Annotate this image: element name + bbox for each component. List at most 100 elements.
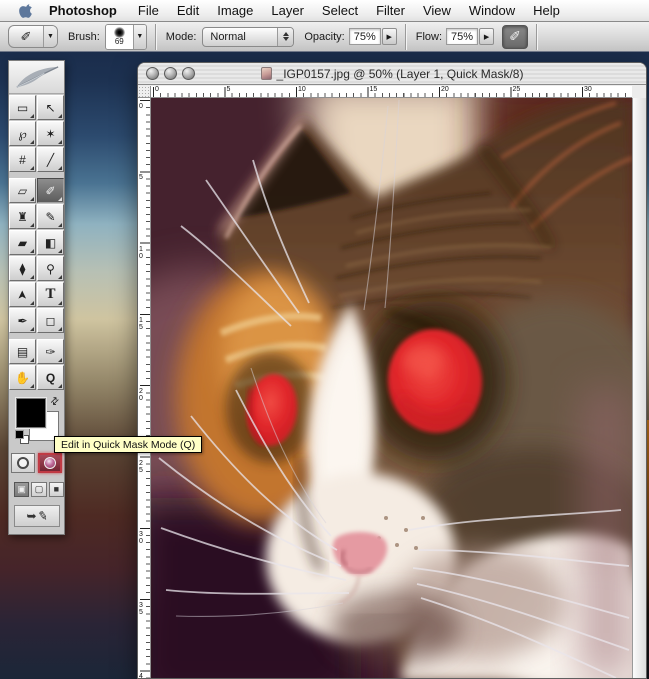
menu-item[interactable]: Layer: [262, 0, 313, 21]
tool-icon: ◻: [46, 314, 56, 328]
edit-mode-buttons: [9, 453, 64, 473]
ruler-label: 10: [296, 86, 306, 94]
tool-type[interactable]: T: [37, 282, 64, 307]
zoom-button[interactable]: [182, 67, 195, 80]
tool-icon: ✎: [45, 210, 55, 224]
tool-lasso[interactable]: ℘: [9, 121, 36, 146]
tool-icon: ⧫: [20, 262, 26, 276]
brush-label: Brush:: [68, 31, 100, 43]
tool-dodge[interactable]: ⚲: [37, 256, 64, 281]
title-bar[interactable]: _IGP0157.jpg @ 50% (Layer 1, Quick Mask/…: [138, 63, 646, 85]
tool-icon: ↖: [45, 101, 55, 115]
menu-item[interactable]: Filter: [367, 0, 414, 21]
tool-gradient[interactable]: ◧: [37, 230, 64, 255]
ruler-label: 0: [139, 101, 143, 110]
tool-rectangular-marquee[interactable]: ▭: [9, 95, 36, 120]
tooltip-text: Edit in Quick Mask Mode (Q): [61, 439, 195, 451]
menu-item[interactable]: Help: [524, 0, 569, 21]
screen-mode-fullscreen-with-menubar[interactable]: ▢: [31, 482, 46, 497]
menu-item[interactable]: Photoshop: [40, 0, 129, 21]
tool-icon: ✐: [45, 184, 55, 198]
screen-mode-fullscreen[interactable]: ■: [49, 482, 64, 497]
tool-slice[interactable]: ╱: [37, 147, 64, 172]
tool-icon: ♜: [17, 210, 28, 224]
dropdown-arrow-icon: ▼: [43, 26, 57, 47]
tool-history-brush[interactable]: ✎: [37, 204, 64, 229]
flow-field[interactable]: 75%: [446, 28, 478, 45]
tool-icon: ➤: [16, 289, 30, 299]
tool-magic-wand[interactable]: ✶: [37, 121, 64, 146]
flow-slider-arrow-icon[interactable]: ▶: [479, 28, 494, 45]
menu-item[interactable]: Window: [460, 0, 524, 21]
tool-icon: ▰: [18, 236, 27, 250]
opacity-slider-arrow-icon[interactable]: ▶: [382, 28, 397, 45]
foreground-color-swatch[interactable]: [16, 398, 46, 428]
airbrush-toggle-button[interactable]: ✐: [502, 25, 528, 49]
tool-icon: Q: [46, 371, 55, 385]
tool-icon: ▱: [18, 184, 27, 198]
tool-brush[interactable]: ✐: [37, 178, 64, 203]
vertical-scrollbar[interactable]: [632, 98, 646, 678]
tool-icon: ⚲: [46, 262, 55, 276]
brush-preview: 69: [106, 25, 133, 49]
tool-icon: ✑: [45, 345, 55, 359]
document-icon: [261, 67, 272, 80]
jump-to-imageready-button[interactable]: ➥ ✎: [14, 505, 60, 527]
tool-shape[interactable]: ◻: [37, 308, 64, 333]
standard-mode-button[interactable]: [11, 453, 35, 473]
tool-preset-picker[interactable]: ✐ ▼: [8, 25, 58, 48]
window-controls: [146, 67, 195, 80]
cat-photo: [151, 98, 632, 679]
tool-grid: ▭ ↖ ℘✶# ╱ ▱ ✐ ♜ ✎ ▰ ◧ ⧫ ⚲ ➤ T ✒ ◻ ▤ ✑ ✋ Q: [9, 94, 64, 390]
ruler-label: 4 0: [139, 671, 143, 678]
tool-healing-brush[interactable]: ▱: [9, 178, 36, 203]
opacity-label: Opacity:: [304, 31, 344, 43]
tool-zoom[interactable]: Q: [37, 365, 64, 390]
ruler-label: 2 5: [139, 458, 143, 474]
default-colors-icon[interactable]: [15, 430, 29, 444]
brush-tool-icon: ✐: [9, 29, 43, 45]
tool-icon: T: [45, 286, 55, 303]
toolbox-palette: ▭ ↖ ℘✶# ╱ ▱ ✐ ♜ ✎ ▰ ◧ ⧫ ⚲ ➤ T ✒ ◻ ▤ ✑ ✋ Q ⇄ ▣▢■ ➥ ✎: [8, 60, 65, 535]
tool-path-selection[interactable]: ➤: [9, 282, 36, 307]
tool-pen[interactable]: ✒: [9, 308, 36, 333]
tool-move[interactable]: ↖: [37, 95, 64, 120]
ruler-label: 30: [582, 86, 592, 94]
brush-preset-picker[interactable]: 69 ▼: [105, 24, 147, 50]
ruler-label: 1 5: [139, 315, 143, 331]
tool-blur[interactable]: ⧫: [9, 256, 36, 281]
tool-hand[interactable]: ✋: [9, 365, 36, 390]
menu-items: PhotoshopFileEditImageLayerSelectFilterV…: [40, 0, 569, 21]
ruler-label: 25: [511, 86, 521, 94]
tool-eraser[interactable]: ▰: [9, 230, 36, 255]
document-window: _IGP0157.jpg @ 50% (Layer 1, Quick Mask/…: [137, 62, 647, 679]
quick-mask-mode-button[interactable]: [38, 453, 62, 473]
menu-item[interactable]: Image: [208, 0, 262, 21]
apple-menu[interactable]: [19, 3, 34, 19]
menu-item[interactable]: View: [414, 0, 460, 21]
close-button[interactable]: [146, 67, 159, 80]
blend-mode-value: Normal: [203, 31, 277, 43]
opacity-field[interactable]: 75%: [349, 28, 381, 45]
tool-notes[interactable]: ▤: [9, 339, 36, 364]
blend-mode-select[interactable]: Normal: [202, 27, 294, 47]
menu-item[interactable]: Edit: [168, 0, 208, 21]
menu-item[interactable]: Select: [313, 0, 367, 21]
tool-clone-stamp[interactable]: ♜: [9, 204, 36, 229]
tool[interactable]: [9, 173, 64, 177]
tool[interactable]: [9, 334, 64, 338]
tool-icon: ✒: [17, 314, 27, 328]
canvas-image[interactable]: [151, 98, 632, 679]
brush-size: 69: [115, 38, 124, 46]
tool-eyedropper[interactable]: ✑: [37, 339, 64, 364]
mode-label: Mode:: [166, 31, 197, 43]
screen-mode-standard-screen[interactable]: ▣: [14, 482, 29, 497]
tool-icon: ▤: [17, 345, 28, 359]
tool-crop[interactable]: #: [9, 147, 36, 172]
minimize-button[interactable]: [164, 67, 177, 80]
document-title-group: _IGP0157.jpg @ 50% (Layer 1, Quick Mask/…: [261, 67, 524, 81]
horizontal-ruler: 051015202530: [151, 86, 632, 98]
tool-icon: ╱: [47, 153, 54, 167]
menu-item[interactable]: File: [129, 0, 168, 21]
swap-colors-icon[interactable]: ⇄: [48, 395, 62, 409]
